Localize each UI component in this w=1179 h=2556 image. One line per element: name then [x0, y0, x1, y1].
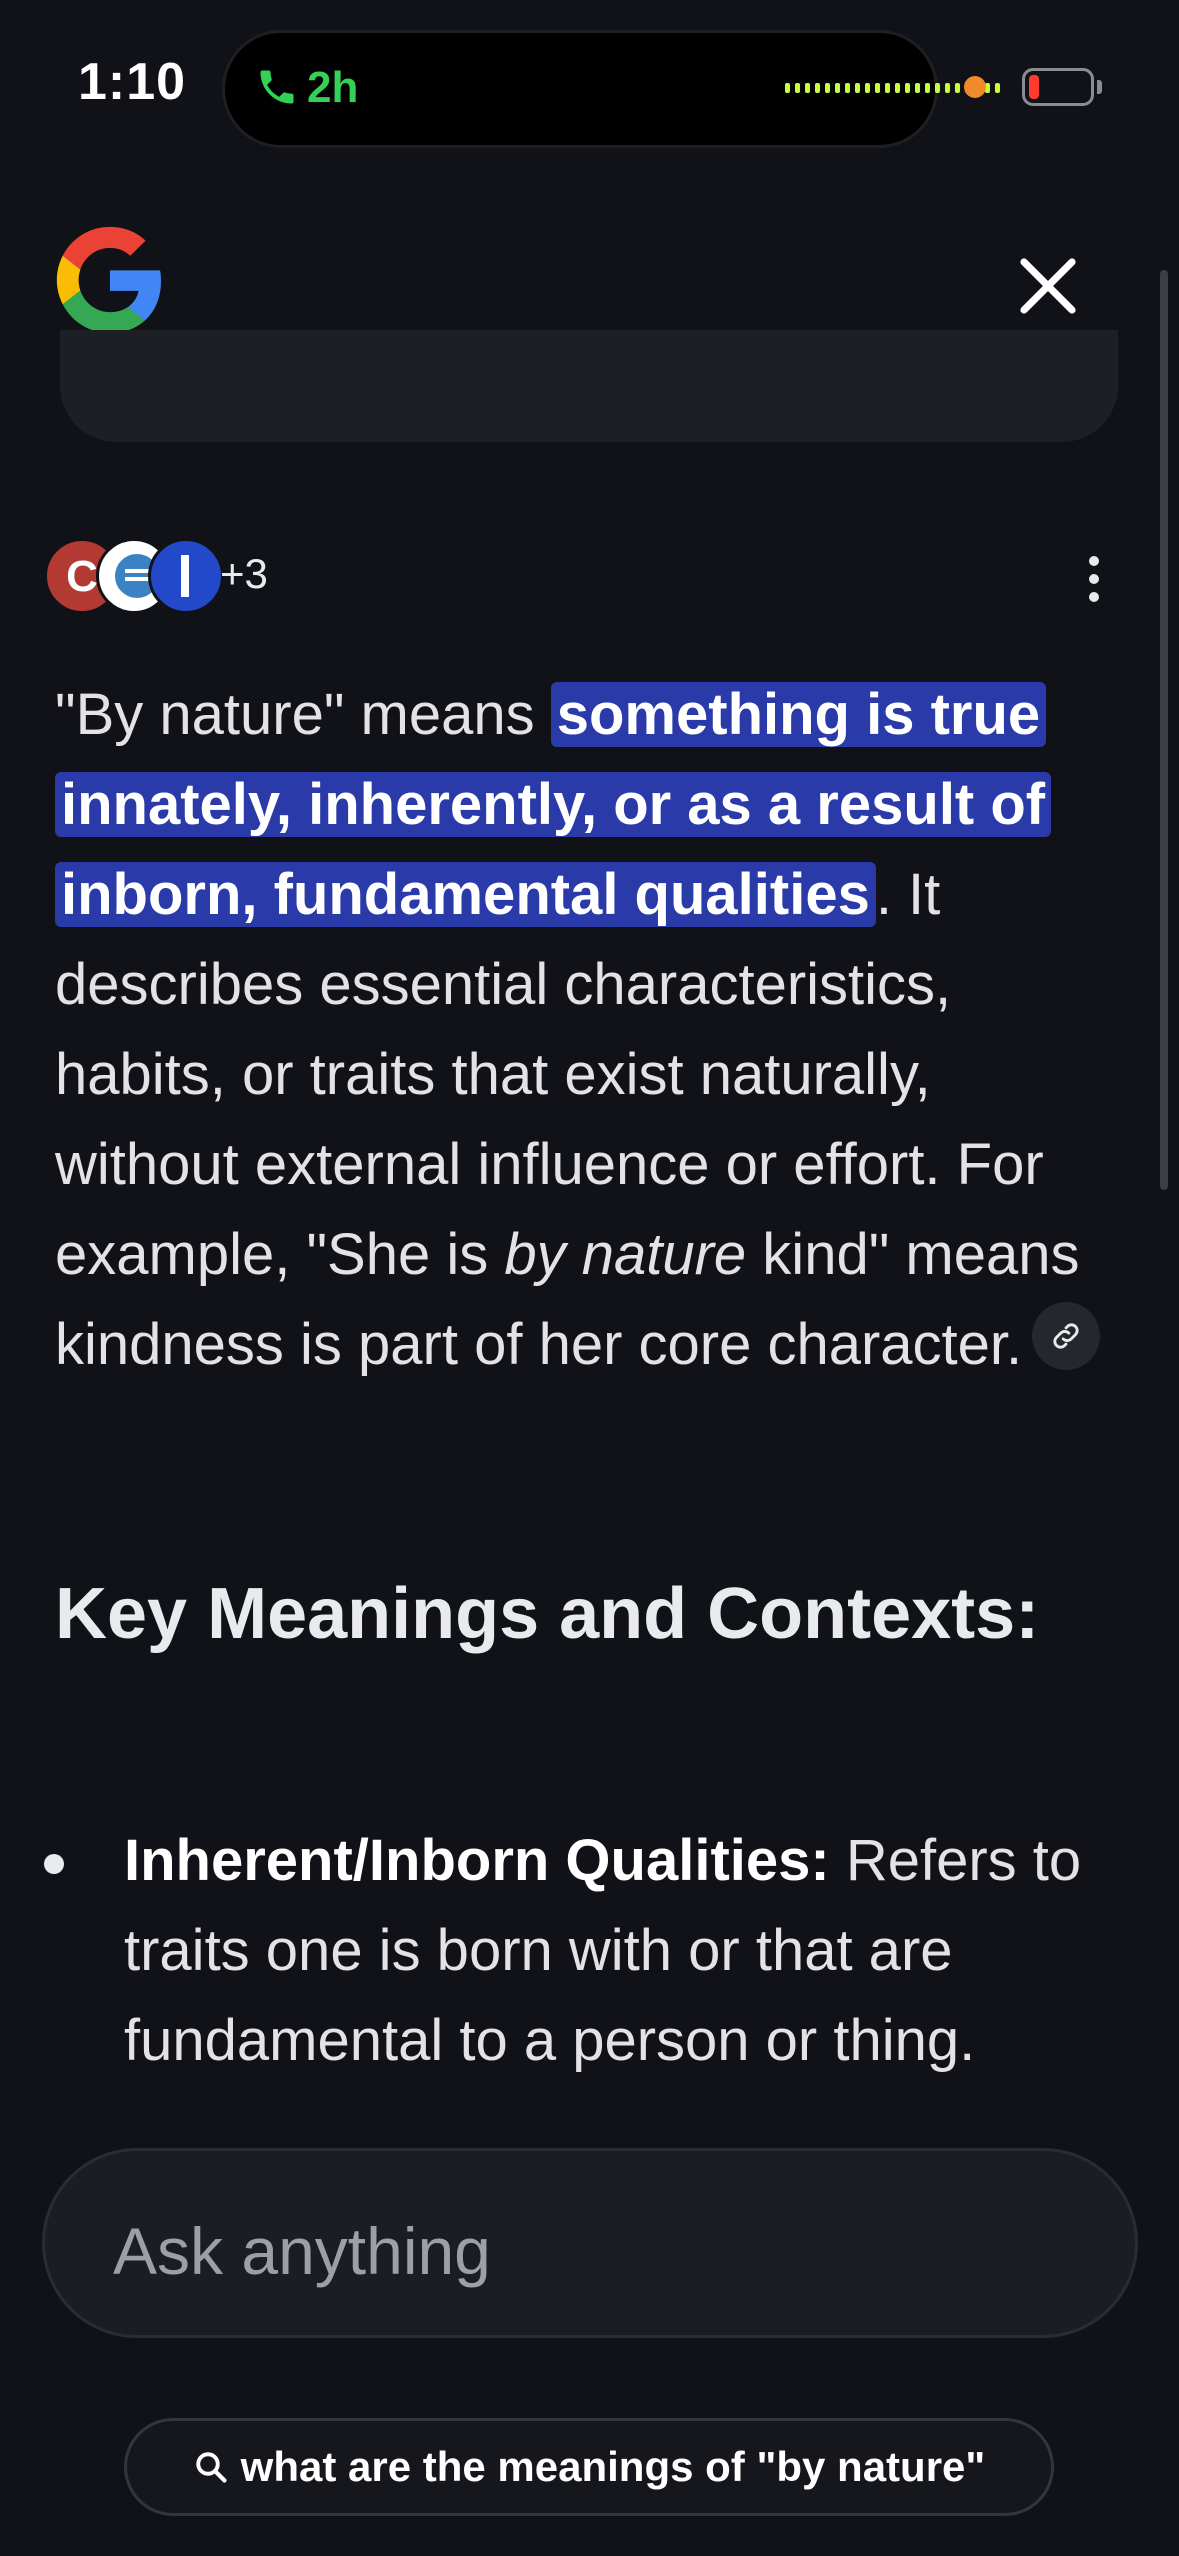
search-ai-overview-screen: 1:10 2h C +3 "By nature" means something…	[0, 0, 1179, 2556]
search-query-pill[interactable]: what are the meanings of "by nature"	[124, 2418, 1054, 2516]
answer-intro: "By nature" means	[55, 682, 551, 747]
google-g-logo[interactable]	[52, 222, 168, 338]
search-icon	[195, 2452, 227, 2483]
section-heading: Key Meanings and Contexts:	[55, 1574, 1040, 1654]
bullet-icon	[44, 1854, 64, 1874]
more-sources-count[interactable]: +3	[220, 550, 268, 598]
call-duration: 2h	[307, 63, 359, 112]
ask-placeholder: Ask anything	[113, 2214, 491, 2288]
status-time: 1:10	[78, 53, 187, 111]
battery-cap	[1097, 80, 1102, 94]
link-icon[interactable]	[1032, 1302, 1101, 1370]
phone-icon	[260, 70, 294, 104]
close-icon[interactable]	[1012, 250, 1084, 322]
camera-indicator-icon	[964, 76, 986, 98]
search-query-text: what are the meanings of "by nature"	[240, 2443, 986, 2490]
scrollbar[interactable]	[1160, 270, 1168, 1190]
list-item-text: Inherent/Inborn Qualities: Refers to tra…	[124, 1816, 1144, 2086]
dynamic-island-call[interactable]: 2h	[222, 30, 1000, 148]
search-card-edge	[60, 330, 1118, 442]
source-avatars[interactable]: C +3	[44, 538, 304, 618]
ai-answer-paragraph: "By nature" means something is true inna…	[55, 670, 1125, 1390]
svg-text:C: C	[66, 552, 98, 601]
vertical-dots-icon[interactable]	[1080, 556, 1108, 608]
battery-icon	[1022, 68, 1094, 106]
source-favicon-icon[interactable]	[148, 538, 224, 614]
answer-italic: by nature	[504, 1222, 747, 1287]
ask-anything-input[interactable]: Ask anything	[42, 2148, 1138, 2338]
list-item-term: Inherent/Inborn Qualities:	[124, 1828, 830, 1893]
